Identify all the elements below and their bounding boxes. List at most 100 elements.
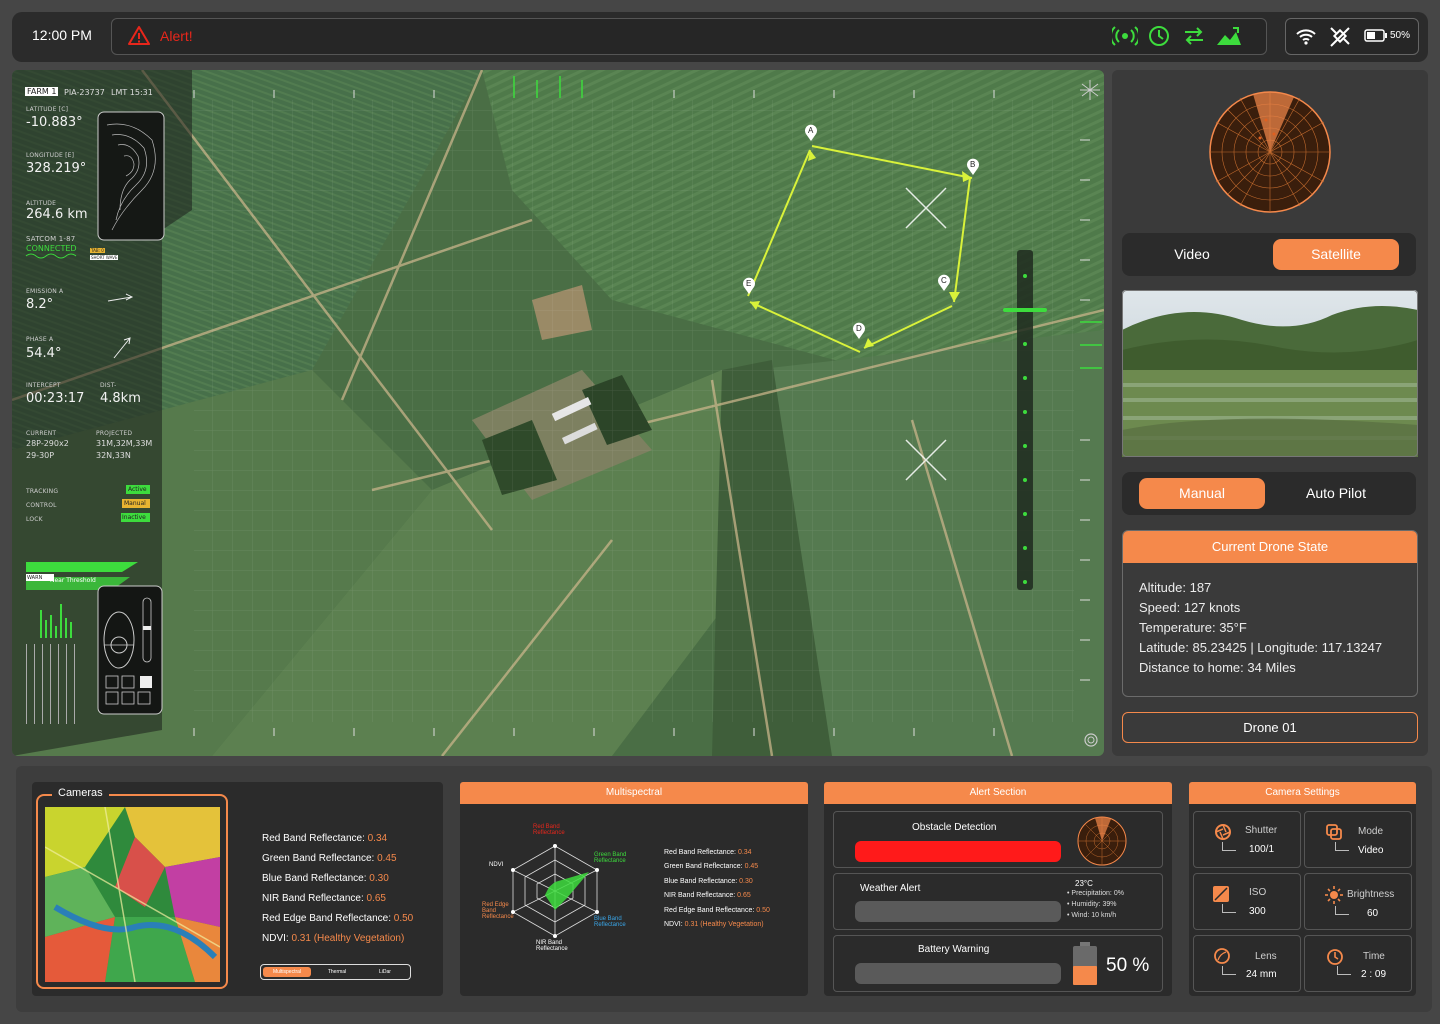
iso-setting[interactable]: ISO 300	[1193, 873, 1301, 930]
camera-mode-tabs: Multispectral Thermal LiDar	[260, 964, 411, 980]
mode-connector	[1335, 842, 1349, 851]
camera-red-band: Red Band Reflectance: 0.34	[262, 833, 388, 844]
satellite-button[interactable]: Satellite	[1273, 239, 1399, 270]
obstacle-bar	[855, 841, 1061, 862]
radar-axis-nir: NIR Band Reflectance	[536, 940, 568, 952]
battery-level-text: 50 %	[1106, 955, 1150, 976]
lens-value: 24 mm	[1246, 969, 1277, 980]
distance-value: 4.8km	[100, 391, 141, 406]
state-altitude: Altitude: 187	[1139, 580, 1212, 595]
flight-mode-toggle: Manual Auto Pilot	[1122, 472, 1416, 515]
ms-green-band: Green Band Reflectance: 0.45	[664, 863, 759, 870]
clock: 12:00 PM	[32, 27, 92, 43]
radar-axis-rededge: Red Edge Band Reflectance	[482, 902, 514, 920]
ms-red-band: Red Band Reflectance: 0.34	[664, 849, 752, 856]
weather-alert[interactable]: Weather Alert 23°C • Precipitation: 0% •…	[833, 873, 1163, 930]
lock-status: Inactive	[122, 514, 146, 521]
current-value-2: 29-30P	[26, 451, 55, 460]
time-value: 2 : 09	[1361, 969, 1387, 980]
signal-broadcast-icon[interactable]	[1112, 25, 1138, 47]
latitude-label: LATITUDE [C]	[26, 106, 69, 113]
mode-label: Mode	[1358, 826, 1384, 837]
phase-value: 54.4°	[26, 346, 62, 361]
brightness-connector	[1335, 906, 1349, 915]
mode-value: Video	[1358, 845, 1384, 856]
brightness-label: Brightness	[1347, 889, 1395, 900]
cameras-title: Cameras	[52, 787, 109, 799]
projected-label: PROJECTED	[96, 430, 133, 437]
drone-state-card: Current Drone State Altitude: 187 Speed:…	[1122, 530, 1418, 697]
altitude-label: ALTITUDE	[26, 200, 57, 207]
ms-nir-band: NIR Band Reflectance: 0.65	[664, 892, 751, 899]
battery-percent: 50%	[1390, 30, 1411, 41]
waypoint-marker-c[interactable]: C	[937, 274, 951, 292]
control-label: CONTROL	[26, 502, 57, 509]
waypoint-marker-a[interactable]: A	[804, 124, 818, 142]
radar-chart	[511, 844, 599, 938]
longitude-label: LONGITUDE [E]	[26, 152, 75, 159]
battery-level-icon	[1073, 942, 1097, 985]
satellite-map[interactable]	[12, 70, 1104, 756]
ms-ndvi: NDVI: 0.31 (Healthy Vegetation)	[664, 921, 764, 928]
waypoint-marker-e[interactable]: E	[742, 277, 756, 295]
radar-axis-blue: Blue Band Reflectance	[594, 916, 626, 928]
tracking-status: Active	[128, 486, 147, 493]
current-value-1: 28P-290x2	[26, 439, 69, 448]
alert-text: Alert!	[160, 28, 193, 44]
weather-wind: • Wind: 10 km/h	[1067, 912, 1117, 919]
manual-button[interactable]: Manual	[1139, 478, 1265, 509]
alert-bar[interactable]	[111, 18, 1267, 55]
battery-warning-label: Battery Warning	[918, 944, 990, 955]
distance-label: DIST-	[100, 382, 117, 389]
clock-icon[interactable]	[1148, 25, 1170, 47]
time-connector	[1337, 966, 1351, 975]
wifi-icon[interactable]	[1295, 26, 1317, 46]
view-toggle: Video Satellite	[1122, 233, 1416, 276]
camera-settings-title: Camera Settings	[1189, 782, 1416, 804]
video-button[interactable]: Video	[1125, 239, 1259, 270]
farm-tag: FARM 1	[25, 87, 59, 96]
projected-value-1: 31M,32M,33M	[96, 439, 153, 448]
tracking-label: TRACKING	[26, 488, 59, 495]
weather-humidity: • Humidity: 39%	[1067, 901, 1117, 908]
lens-setting[interactable]: Lens 24 mm	[1193, 935, 1301, 992]
shutter-setting[interactable]: Shutter 100/1	[1193, 811, 1301, 868]
lock-label: LOCK	[26, 516, 43, 523]
warn-tag: WARN	[27, 575, 43, 581]
waypoint-marker-b[interactable]: B	[966, 158, 980, 176]
obstacle-label: Obstacle Detection	[912, 822, 997, 833]
tab-thermal[interactable]: Thermal	[313, 967, 361, 977]
map-panel[interactable]: A B C D E FARM 1 PIA-23737 LMT 15:31 LAT…	[12, 70, 1104, 756]
time-setting[interactable]: Time 2 : 09	[1304, 935, 1412, 992]
brightness-value: 60	[1367, 908, 1379, 919]
obstacle-alert[interactable]: Obstacle Detection	[833, 811, 1163, 868]
terrain-icon[interactable]	[1216, 25, 1242, 47]
waypoint-marker-d[interactable]: D	[852, 322, 866, 340]
iso-label: ISO	[1249, 887, 1267, 898]
radar-display	[1209, 91, 1331, 213]
video-feed-image[interactable]	[1122, 290, 1418, 457]
tab-multispectral[interactable]: Multispectral	[263, 967, 311, 977]
mini-radar	[1077, 816, 1127, 866]
satellite-icon[interactable]	[1328, 25, 1352, 47]
iso-connector	[1222, 904, 1236, 913]
state-speed: Speed: 127 knots	[1139, 600, 1241, 615]
mode-icon	[1326, 824, 1342, 840]
emission-value: 8.2°	[26, 297, 54, 312]
multispectral-image[interactable]	[45, 807, 220, 982]
shutter-value: 100/1	[1249, 844, 1275, 855]
mode-setting[interactable]: Mode Video	[1304, 811, 1412, 868]
battery-alert[interactable]: Battery Warning 50 %	[833, 935, 1163, 992]
brightness-icon	[1325, 886, 1343, 904]
autopilot-button[interactable]: Auto Pilot	[1273, 478, 1399, 509]
mission-id: PIA-23737	[64, 88, 105, 97]
radar-axis-green: Green Band Reflectance	[594, 852, 627, 864]
drone-select-button[interactable]: Drone 01	[1122, 712, 1418, 743]
weather-precipitation: • Precipitation: 0%	[1067, 890, 1124, 897]
brightness-setting[interactable]: Brightness 60	[1304, 873, 1412, 930]
lens-label: Lens	[1255, 951, 1277, 962]
satcom-label: SATCOM 1-87	[26, 235, 76, 243]
sync-arrows-icon[interactable]	[1182, 25, 1206, 47]
tab-lidar[interactable]: LiDar	[361, 967, 409, 977]
iso-icon	[1213, 886, 1229, 902]
